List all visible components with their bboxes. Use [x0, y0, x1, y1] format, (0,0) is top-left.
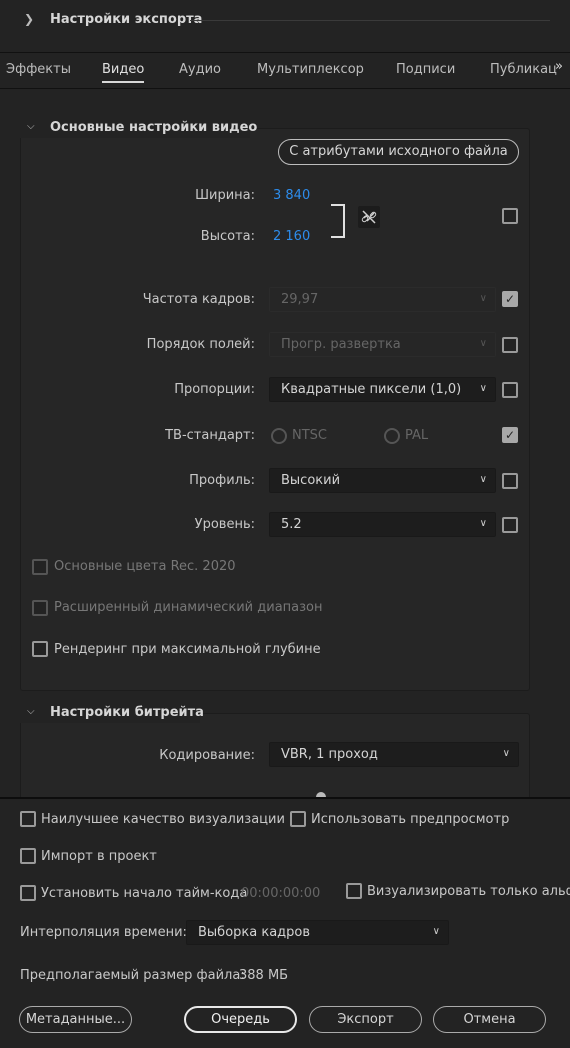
- import-project-checkbox[interactable]: [20, 848, 36, 864]
- set-timecode-checkbox[interactable]: [20, 885, 36, 901]
- tab-video[interactable]: Видео: [102, 62, 144, 77]
- profile-checkbox[interactable]: [502, 473, 518, 489]
- level-label: Уровень:: [194, 517, 255, 532]
- width-label: Ширина:: [195, 188, 255, 203]
- time-interp-value: Выборка кадров: [198, 925, 311, 940]
- active-tab-indicator: [102, 81, 144, 83]
- aspect-label: Пропорции:: [174, 382, 255, 397]
- tab-effects[interactable]: Эффекты: [6, 62, 71, 77]
- chevron-down-icon[interactable]: ⌵: [27, 121, 35, 132]
- set-timecode-label: Установить начало тайм-кода: [41, 886, 248, 901]
- framerate-dropdown[interactable]: 29,97 ∨: [269, 287, 496, 312]
- chevron-down-icon: ∨: [502, 748, 510, 759]
- best-quality-checkbox[interactable]: [20, 811, 36, 827]
- section-title-bitrate: Настройки битрейта: [50, 705, 204, 720]
- field-order-checkbox[interactable]: [502, 337, 518, 353]
- tab-bar: Эффекты Видео Аудио Мультиплексор Подпис…: [0, 53, 570, 89]
- chevron-down-icon[interactable]: ⌵: [27, 706, 35, 717]
- max-depth-label: Рендеринг при максимальной глубине: [54, 642, 321, 657]
- tab-publish[interactable]: Публикац: [490, 62, 557, 77]
- chevron-down-icon: ∨: [479, 474, 487, 485]
- hdr-checkbox[interactable]: [32, 600, 48, 616]
- ntsc-label: NTSC: [292, 428, 327, 443]
- tv-standard-checkbox[interactable]: ✓: [502, 427, 518, 443]
- section-title-basic-video: Основные настройки видео: [50, 120, 258, 135]
- encoding-value: VBR, 1 проход: [281, 747, 378, 762]
- chevron-down-icon: ∨: [479, 338, 487, 349]
- tabs-overflow-icon[interactable]: »: [555, 59, 563, 74]
- queue-button[interactable]: Очередь: [184, 1006, 297, 1033]
- use-preview-checkbox[interactable]: [290, 811, 306, 827]
- unlink-chain-icon[interactable]: [358, 206, 380, 228]
- time-interp-dropdown[interactable]: Выборка кадров ∨: [186, 920, 449, 945]
- tv-standard-label: ТВ-стандарт:: [165, 428, 255, 443]
- alpha-only-checkbox[interactable]: [346, 883, 362, 899]
- encoding-dropdown[interactable]: VBR, 1 проход ∨: [269, 742, 519, 767]
- export-settings-title: Настройки экспорта: [50, 12, 203, 27]
- height-value[interactable]: 2 160: [273, 229, 310, 244]
- best-quality-label: Наилучшее качество визуализации: [41, 812, 285, 827]
- level-value: 5.2: [281, 517, 302, 532]
- field-order-dropdown[interactable]: Прогр. развертка ∨: [269, 332, 496, 357]
- encoding-label: Кодирование:: [159, 748, 255, 763]
- metadata-button[interactable]: Метаданные...: [19, 1006, 132, 1033]
- use-preview-label: Использовать предпросмотр: [311, 812, 510, 827]
- alpha-only-label: Визуализировать только альфа-: [367, 884, 570, 899]
- field-order-value: Прогр. развертка: [281, 337, 401, 352]
- profile-dropdown[interactable]: Высокий ∨: [269, 468, 496, 493]
- profile-value: Высокий: [281, 473, 341, 488]
- level-dropdown[interactable]: 5.2 ∨: [269, 512, 496, 537]
- chevron-down-icon: ∨: [479, 383, 487, 394]
- framerate-value: 29,97: [281, 292, 319, 307]
- chevron-down-icon: ∨: [479, 518, 487, 529]
- tab-captions[interactable]: Подписи: [396, 62, 455, 77]
- export-button[interactable]: Экспорт: [309, 1006, 422, 1033]
- time-interp-label: Интерполяция времени:: [20, 925, 187, 940]
- import-project-label: Импорт в проект: [41, 849, 157, 864]
- rec2020-label: Основные цвета Rec. 2020: [54, 559, 236, 574]
- max-depth-checkbox[interactable]: [32, 641, 48, 657]
- link-bracket: [331, 204, 345, 238]
- height-label: Высота:: [200, 229, 255, 244]
- framerate-checkbox[interactable]: ✓: [502, 291, 518, 307]
- match-source-button[interactable]: С атрибутами исходного файла: [278, 139, 519, 165]
- pal-label: PAL: [405, 428, 429, 443]
- aspect-checkbox[interactable]: [502, 382, 518, 398]
- level-checkbox[interactable]: [502, 517, 518, 533]
- pal-radio[interactable]: [384, 428, 400, 444]
- rec2020-checkbox[interactable]: [32, 559, 48, 575]
- filesize-value: 388 МБ: [239, 968, 289, 983]
- chevron-down-icon: ∨: [432, 926, 440, 937]
- profile-label: Профиль:: [189, 473, 255, 488]
- header-divider: [190, 20, 550, 21]
- tab-multiplexer[interactable]: Мультиплексор: [257, 62, 364, 77]
- filesize-label: Предполагаемый размер файла:: [20, 968, 245, 983]
- field-order-label: Порядок полей:: [146, 337, 255, 352]
- timecode-value[interactable]: 00:00:00:00: [241, 886, 320, 901]
- aspect-dropdown[interactable]: Квадратные пиксели (1,0) ∨: [269, 377, 496, 402]
- ntsc-radio[interactable]: [271, 428, 287, 444]
- tab-audio[interactable]: Аудио: [179, 62, 221, 77]
- chevron-right-icon[interactable]: ❯: [24, 12, 38, 28]
- hdr-label: Расширенный динамический диапазон: [54, 600, 323, 615]
- cancel-button[interactable]: Отмена: [433, 1006, 546, 1033]
- framerate-label: Частота кадров:: [142, 292, 255, 307]
- dimension-override-checkbox[interactable]: [502, 208, 518, 224]
- aspect-value: Квадратные пиксели (1,0): [281, 382, 462, 397]
- chevron-down-icon: ∨: [479, 293, 487, 304]
- width-value[interactable]: 3 840: [273, 188, 310, 203]
